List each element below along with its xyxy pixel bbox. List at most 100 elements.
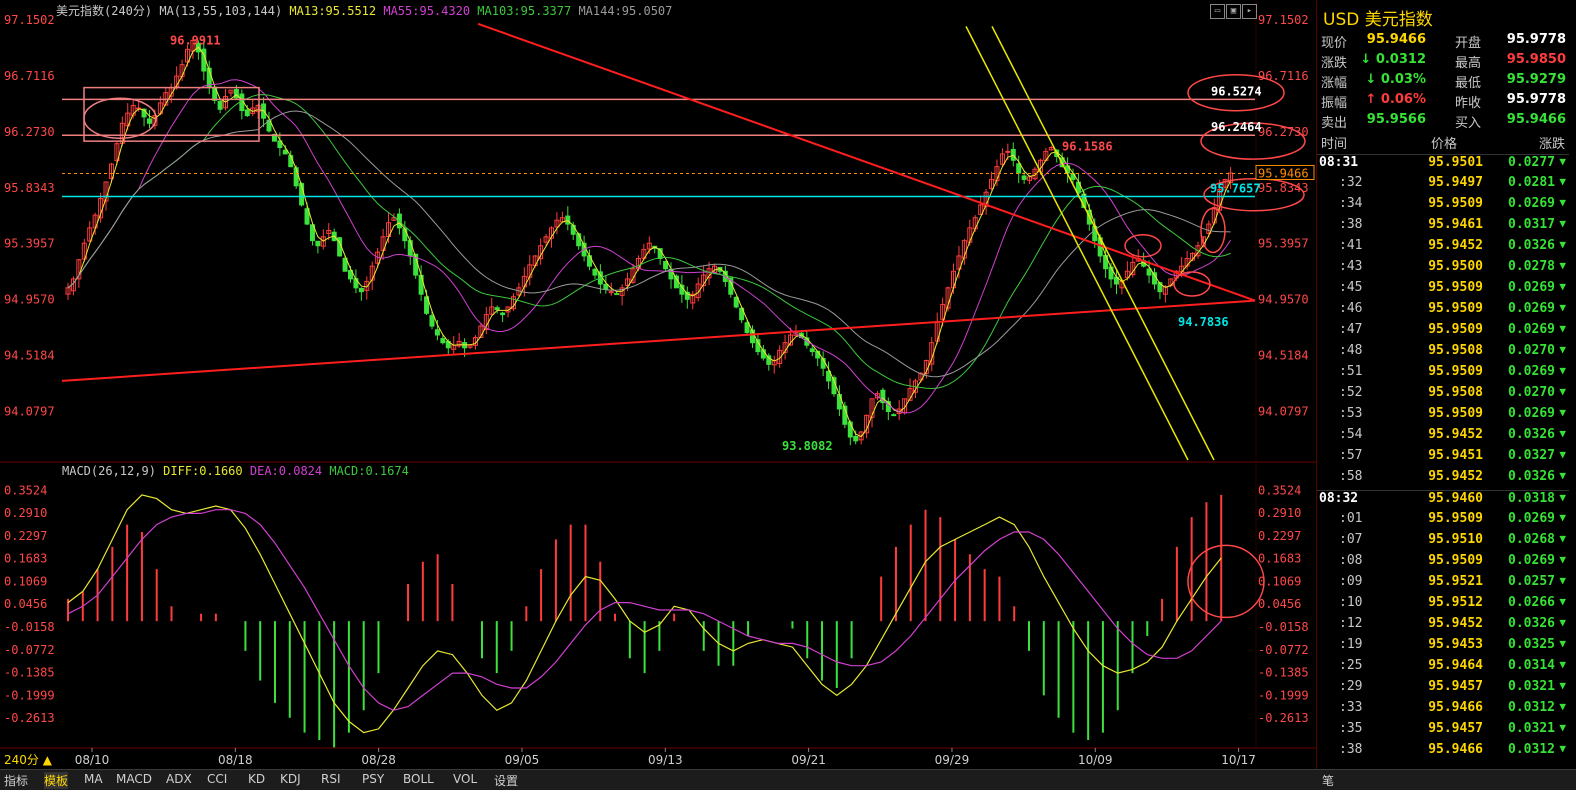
indicator-tab[interactable]: BOLL xyxy=(403,772,434,786)
indicator-tab[interactable]: VOL xyxy=(453,772,477,786)
tick-row: :08 95.9509 0.0269 ▼ xyxy=(1317,553,1569,574)
candle-body xyxy=(744,322,750,333)
tick-row: :01 95.9509 0.0269 ▼ xyxy=(1317,511,1569,532)
candle-body xyxy=(766,355,772,365)
down-arrow-icon: ▼ xyxy=(1559,259,1566,272)
tick-change: 0.0266 xyxy=(1508,595,1555,610)
date-tick-label: 09/05 xyxy=(505,753,540,767)
macd-tick-left: -0.0772 xyxy=(4,643,55,657)
candle-body xyxy=(146,118,152,124)
price-tick-left: 95.8343 xyxy=(4,181,55,195)
tick-price: 95.9501 xyxy=(1428,155,1483,170)
price-tick-right: 94.9570 xyxy=(1258,293,1309,307)
tick-price: 95.9512 xyxy=(1428,595,1483,610)
down-arrow-icon: ▼ xyxy=(1559,491,1566,504)
ma144-value: MA144:95.0507 xyxy=(578,4,673,18)
candle-body xyxy=(418,274,424,295)
tick-row: :38 95.9461 0.0317 ▼ xyxy=(1317,217,1569,238)
tick-time: :07 xyxy=(1339,532,1363,547)
candle-body xyxy=(570,224,576,235)
macd-tick-right: 0.0456 xyxy=(1258,597,1301,611)
macd-tick-left: -0.2613 xyxy=(4,711,55,725)
restore-icon[interactable]: ▭ xyxy=(1210,4,1225,19)
tick-row: :12 95.9452 0.0326 ▼ xyxy=(1317,616,1569,637)
tick-time: :35 xyxy=(1339,721,1363,736)
tick-time: :09 xyxy=(1339,574,1363,589)
macd-tick-right: -0.0772 xyxy=(1258,643,1309,657)
expand-icon[interactable]: ▸ xyxy=(1242,4,1257,19)
price-tick-right: 94.0797 xyxy=(1258,405,1309,419)
ma13-value: MA13:95.5512 xyxy=(289,4,377,18)
macd-tick-left: 0.1683 xyxy=(4,552,47,566)
price-chart[interactable]: 97.1502 97.150296.7116 96.711696.2730 96.27… xyxy=(0,0,1316,769)
indicator-tab[interactable]: 指标 xyxy=(4,772,28,789)
tick-row: :52 95.9508 0.0270 ▼ xyxy=(1317,385,1569,406)
down-arrow-icon: ▼ xyxy=(1559,448,1566,461)
tick-time: :52 xyxy=(1339,385,1363,400)
down-arrow-icon: ▼ xyxy=(1559,721,1566,734)
tick-price: 95.9453 xyxy=(1428,637,1483,652)
tick-time: :19 xyxy=(1339,637,1363,652)
ma103-value: MA103:95.3377 xyxy=(477,4,572,18)
down-arrow-icon: ▼ xyxy=(1559,385,1566,398)
tick-time: 08:32 xyxy=(1319,491,1359,506)
quote-value: 95.9850 xyxy=(1506,52,1566,67)
highlight-circle xyxy=(1200,207,1226,254)
quote-label: 涨跌 xyxy=(1321,56,1348,71)
macd-tick-right: -0.2613 xyxy=(1258,711,1309,725)
indicator-tab[interactable]: KD xyxy=(248,772,265,786)
candle-body xyxy=(282,149,288,155)
tick-row: :54 95.9452 0.0326 ▼ xyxy=(1317,427,1569,448)
tick-change: 0.0269 xyxy=(1508,406,1555,421)
quote-label: 昨收 xyxy=(1455,96,1482,111)
tick-price: 95.9452 xyxy=(1428,238,1483,253)
down-arrow-icon: ▼ xyxy=(1559,238,1566,251)
tick-time: :48 xyxy=(1339,343,1363,358)
indicator-tab[interactable]: MACD xyxy=(116,772,152,786)
indicator-tab[interactable]: PSY xyxy=(362,772,384,786)
tick-price: 95.9464 xyxy=(1428,658,1483,673)
tick-time: :33 xyxy=(1339,700,1363,715)
highlight-circle xyxy=(1173,271,1211,297)
quote-value: 95.9778 xyxy=(1506,32,1566,47)
tick-row: :19 95.9453 0.0325 ▼ xyxy=(1317,637,1569,658)
candle-body xyxy=(244,109,250,117)
low-label: 94.7836 xyxy=(1178,315,1229,329)
quote-row: 涨幅 ↓ 0.03% 最低 95.9279 xyxy=(1317,72,1569,92)
down-arrow-icon: ▼ xyxy=(1559,427,1566,440)
down-arrow-icon: ▼ xyxy=(1559,511,1566,524)
tick-change: 0.0269 xyxy=(1508,196,1555,211)
indicator-tab[interactable]: KDJ xyxy=(280,772,301,786)
candle-body xyxy=(1021,175,1027,180)
indicator-tab[interactable]: ADX xyxy=(166,772,192,786)
panel-footer-tab[interactable]: 笔 xyxy=(1322,772,1334,789)
period-selector[interactable]: 240分 ▲ xyxy=(4,753,53,767)
tick-change: 0.0269 xyxy=(1508,301,1555,316)
tick-time: :46 xyxy=(1339,301,1363,316)
window-icon[interactable]: ▣ xyxy=(1226,4,1241,19)
date-tick-label: 09/21 xyxy=(791,753,826,767)
tick-change: 0.0269 xyxy=(1508,364,1555,379)
tick-change: 0.0326 xyxy=(1508,469,1555,484)
tick-change: 0.0312 xyxy=(1508,742,1555,757)
indicator-tab[interactable]: 模板 xyxy=(44,772,69,789)
candle-body xyxy=(429,315,435,327)
indicator-tab[interactable]: 设置 xyxy=(494,772,518,789)
indicator-tab[interactable]: CCI xyxy=(207,772,227,786)
candle-body xyxy=(603,283,609,290)
macd-header: MACD(26,12,9) DIFF:0.1660 DEA:0.0824 MAC… xyxy=(62,464,409,478)
current-price-value: 95.9466 xyxy=(1258,166,1309,180)
tick-change: 0.0269 xyxy=(1508,280,1555,295)
date-tick-label: 10/17 xyxy=(1221,753,1256,767)
tick-change: 0.0257 xyxy=(1508,574,1555,589)
tick-time: 08:31 xyxy=(1319,155,1359,170)
tick-price: 95.9452 xyxy=(1428,427,1483,442)
down-arrow-icon: ▼ xyxy=(1559,217,1566,230)
indicator-tab[interactable]: MA xyxy=(84,772,103,786)
candle-body xyxy=(402,228,408,242)
quote-label: 现价 xyxy=(1321,36,1348,51)
candle-body xyxy=(836,394,842,410)
macd-tick-left: -0.1999 xyxy=(4,688,55,702)
quote-label: 开盘 xyxy=(1455,36,1482,51)
indicator-tab[interactable]: RSI xyxy=(321,772,341,786)
